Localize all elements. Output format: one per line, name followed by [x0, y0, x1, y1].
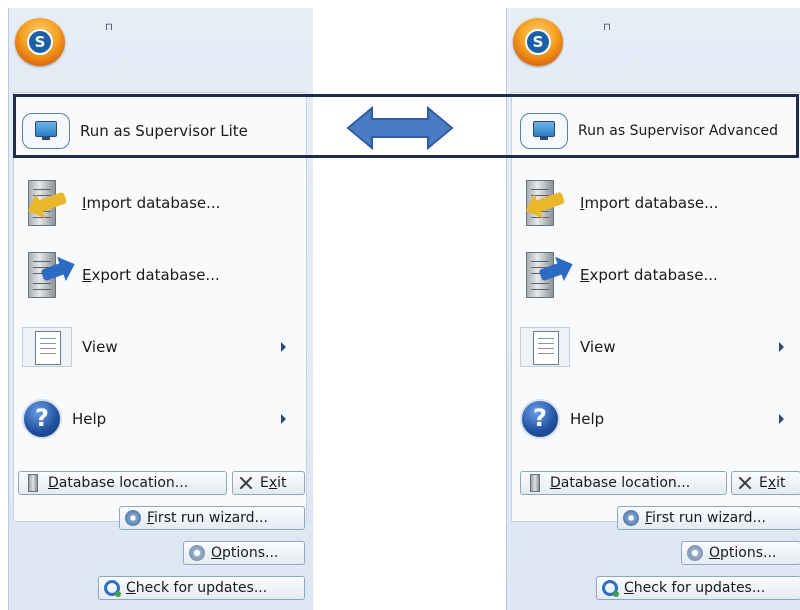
chevron-right-icon — [779, 414, 784, 424]
options-gear-icon — [189, 545, 205, 561]
close-icon — [737, 475, 753, 491]
menu-item-label: View — [82, 338, 118, 356]
options-button[interactable]: Options... — [183, 541, 305, 565]
first-run-wizard-button[interactable]: First run wizard... — [617, 506, 800, 530]
menu-item-help[interactable]: ? Help — [512, 391, 800, 447]
menu-item-label: Import database... — [580, 194, 719, 212]
button-label: Exit — [759, 475, 786, 491]
app-logo-icon — [525, 29, 551, 55]
menu-item-label: Export database... — [580, 266, 718, 284]
chevron-right-icon — [281, 414, 286, 424]
menu-item-import-database[interactable]: Import database... — [512, 175, 800, 231]
wizard-gear-icon — [623, 510, 639, 526]
menu-item-label: View — [580, 338, 616, 356]
button-label: First run wizard... — [147, 510, 268, 526]
database-icon — [28, 474, 38, 492]
menu-item-view[interactable]: View — [14, 319, 306, 375]
page-icon — [22, 327, 72, 367]
quick-access-dropdown-icon[interactable]: ⊓ — [603, 22, 611, 33]
server-export-icon — [22, 250, 72, 300]
menu-item-import-database[interactable]: Import database... — [14, 175, 306, 231]
menu-item-label: Help — [72, 410, 107, 428]
help-question-icon: ? — [22, 399, 62, 439]
wizard-gear-icon — [125, 510, 141, 526]
server-import-icon — [520, 178, 570, 228]
close-icon — [238, 475, 254, 491]
menu-item-label: Import database... — [82, 194, 221, 212]
menu-item-export-database[interactable]: Export database... — [512, 247, 800, 303]
check-for-updates-button[interactable]: Check for updates... — [596, 576, 800, 600]
first-run-wizard-button[interactable]: First run wizard... — [119, 506, 305, 530]
update-magnifier-icon — [602, 580, 619, 597]
button-label: Database location... — [550, 475, 691, 491]
database-location-button[interactable]: Database location... — [18, 471, 227, 495]
help-question-icon: ? — [520, 399, 560, 439]
exit-button[interactable]: Exit — [731, 471, 800, 495]
chevron-right-icon — [779, 342, 784, 352]
button-label: Exit — [260, 475, 287, 491]
button-label: First run wizard... — [645, 510, 766, 526]
server-export-icon — [520, 250, 570, 300]
button-label: Options... — [709, 545, 777, 561]
menu-item-export-database[interactable]: Export database... — [14, 247, 306, 303]
menu-item-help[interactable]: ? Help — [14, 391, 306, 447]
app-orb-icon[interactable] — [513, 18, 563, 66]
options-button[interactable]: Options... — [681, 541, 800, 565]
button-label: Database location... — [48, 475, 189, 491]
chevron-right-icon — [281, 342, 286, 352]
server-import-icon — [22, 178, 72, 228]
app-logo-icon — [27, 29, 53, 55]
quick-access-dropdown-icon[interactable]: ⊓ — [105, 22, 113, 33]
button-label: Check for updates... — [126, 580, 268, 596]
double-arrow-icon — [346, 106, 454, 150]
check-for-updates-button[interactable]: Check for updates... — [98, 576, 305, 600]
menu-item-label: Help — [570, 410, 605, 428]
database-location-button[interactable]: Database location... — [520, 471, 727, 495]
page-icon — [520, 327, 570, 367]
exit-button[interactable]: Exit — [232, 471, 305, 495]
double-arrow-shape — [346, 106, 454, 150]
button-label: Check for updates... — [624, 580, 766, 596]
database-icon — [530, 474, 540, 492]
button-label: Options... — [211, 545, 279, 561]
update-magnifier-icon — [104, 580, 121, 597]
menu-item-view[interactable]: View — [512, 319, 800, 375]
options-gear-icon — [687, 545, 703, 561]
menu-item-label: Export database... — [82, 266, 220, 284]
app-orb-icon[interactable] — [15, 18, 65, 66]
